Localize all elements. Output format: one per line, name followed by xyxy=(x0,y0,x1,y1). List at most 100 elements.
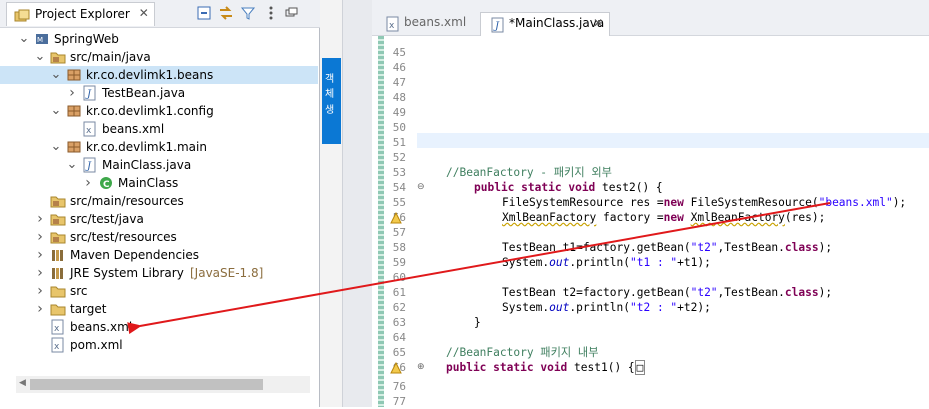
tree-item-label: MainClass.java xyxy=(102,158,192,172)
code-token: class xyxy=(784,286,819,299)
code-token: +t2); xyxy=(677,301,711,314)
tree-item-label: kr.co.devlimk1.beans xyxy=(86,68,214,82)
maven-project-icon: M xyxy=(34,31,50,47)
line-number: 63 xyxy=(392,316,406,329)
tree-item[interactable]: x pom.xml xyxy=(0,336,318,354)
code-line: XmlBeanFactory factory =new XmlBeanFacto… xyxy=(502,210,825,225)
collapse-arrow-icon[interactable]: ⌄ xyxy=(66,157,78,173)
warning-icon[interactable] xyxy=(390,211,402,224)
expand-arrow-icon[interactable]: › xyxy=(34,211,46,227)
project-explorer-header: Project Explorer ✕ xyxy=(0,0,320,28)
tree-item[interactable]: › target xyxy=(0,300,318,318)
filter-icon[interactable] xyxy=(240,5,256,21)
collapse-arrow-icon[interactable]: ⌄ xyxy=(50,67,62,83)
line-number: 65 xyxy=(392,346,406,359)
tree-item[interactable]: › src xyxy=(0,282,318,300)
tree-item-label: MainClass xyxy=(118,176,179,190)
class-icon: C xyxy=(98,175,114,191)
tree-item[interactable]: › src/test/java xyxy=(0,210,318,228)
tab-beans-xml[interactable]: x beans.xml xyxy=(376,12,480,36)
close-icon[interactable]: ✕ xyxy=(593,16,603,30)
collapse-arrow-icon[interactable]: ⌄ xyxy=(34,49,46,65)
code-token: out xyxy=(549,256,570,269)
background-panel: 객체 생 xyxy=(322,58,341,144)
tree-item[interactable]: x beans.xml xyxy=(0,318,318,336)
code-token: void xyxy=(540,361,568,374)
code-token: test1() { xyxy=(567,361,635,374)
background-panel-text: 객체 xyxy=(325,74,335,100)
folder-icon xyxy=(50,283,66,299)
collapse-arrow-icon[interactable]: ⌄ xyxy=(50,139,62,155)
project-explorer-view: Project Explorer ✕ ⌄ M SpringWeb ⌄ src/main/… xyxy=(0,0,320,407)
tree-item[interactable]: › J TestBean.java xyxy=(0,84,318,102)
xml-file-icon: x xyxy=(82,121,98,137)
expand-arrow-icon[interactable]: › xyxy=(34,265,46,281)
source-folder-icon xyxy=(50,229,66,245)
tree-item[interactable]: ⌄ M SpringWeb xyxy=(0,30,318,48)
code-area[interactable]: //BeanFactory - 패키지 외부 public static void… xyxy=(414,36,929,407)
expand-arrow-icon[interactable]: › xyxy=(66,85,78,101)
horizontal-scrollbar[interactable]: ◀ xyxy=(16,376,310,393)
xml-file-icon: x xyxy=(386,16,400,35)
code-token: System. xyxy=(502,301,550,314)
tab-mainclass-java[interactable]: J *MainClass.java ✕ xyxy=(480,12,610,36)
warning-icon[interactable] xyxy=(390,361,402,374)
close-icon[interactable]: ✕ xyxy=(139,6,149,20)
collapse-arrow-icon[interactable]: ⌄ xyxy=(18,31,30,47)
line-number: 54 xyxy=(392,181,406,194)
line-number: 51 xyxy=(392,136,406,149)
tree-item[interactable]: ⌄ kr.co.devlimk1.main xyxy=(0,138,318,156)
tree-item[interactable]: › Maven Dependencies xyxy=(0,246,318,264)
java-file-icon: J xyxy=(82,157,98,173)
tree-item[interactable]: ⌄ kr.co.devlimk1.config xyxy=(0,102,318,120)
tree-item[interactable]: › src/test/resources xyxy=(0,228,318,246)
svg-text:x: x xyxy=(86,126,92,136)
tree-item-label: JRE System Library xyxy=(70,266,184,280)
tree-item[interactable]: src/main/resources xyxy=(0,192,318,210)
code-token: //BeanFactory 패키지 내부 xyxy=(446,346,599,359)
tree-item-label: beans.xml xyxy=(70,320,133,334)
code-token: FileSystemResource( xyxy=(683,196,819,209)
xml-file-icon: x xyxy=(50,337,66,353)
expand-arrow-icon[interactable]: › xyxy=(34,229,46,245)
collapse-arrow-icon[interactable]: ⌄ xyxy=(50,103,62,119)
source-folder-icon xyxy=(50,193,66,209)
tree-item[interactable]: › C MainClass xyxy=(0,174,318,192)
code-line: FileSystemResource res =new FileSystemRe… xyxy=(502,195,906,210)
tree-item-label: src/main/java xyxy=(70,50,151,64)
code-line: public static void test2() { xyxy=(474,180,663,195)
tree-item-label: beans.xml xyxy=(102,122,165,136)
code-token: "t2" xyxy=(690,286,718,299)
collapse-all-icon[interactable] xyxy=(196,5,212,21)
svg-text:J: J xyxy=(493,21,500,32)
tree-item[interactable]: ⌄ src/main/java xyxy=(0,48,318,66)
tree-item[interactable]: › JRE System Library [JavaSE-1.8] xyxy=(0,264,318,282)
tree-item[interactable]: ⌄ J MainClass.java xyxy=(0,156,318,174)
code-token: test2() { xyxy=(595,181,663,194)
tree-item[interactable]: x beans.xml xyxy=(0,120,318,138)
expand-arrow-icon[interactable]: › xyxy=(34,301,46,317)
expand-arrow-icon[interactable]: › xyxy=(34,247,46,263)
link-editor-icon[interactable] xyxy=(218,5,234,21)
tree-item-label: src/test/resources xyxy=(70,230,177,244)
code-token: static xyxy=(521,181,562,194)
tree-item[interactable]: ⌄ kr.co.devlimk1.beans xyxy=(0,66,318,84)
project-tree: ⌄ M SpringWeb ⌄ src/main/java ⌄ kr.co.devlimk1… xyxy=(0,28,320,373)
line-number-gutter: 45 46 47 48 49 50 51 52 53 54 55 56 57 58 59 60 61 62 63 64… xyxy=(384,36,425,408)
code-token: } xyxy=(474,316,481,329)
expand-arrow-icon[interactable]: › xyxy=(34,283,46,299)
code-token: ); xyxy=(818,286,833,299)
tree-item-label: src/test/java xyxy=(70,212,144,226)
minimize-icon[interactable] xyxy=(283,5,299,21)
java-file-icon: J xyxy=(82,85,98,101)
scrollbar-thumb[interactable] xyxy=(30,379,263,390)
tree-item-label: src xyxy=(70,284,88,298)
view-menu-icon[interactable] xyxy=(263,5,279,21)
tree-item-label: kr.co.devlimk1.config xyxy=(86,104,214,118)
expand-arrow-icon[interactable]: › xyxy=(82,175,94,191)
project-explorer-tab[interactable]: Project Explorer ✕ xyxy=(6,2,155,26)
tree-item-label: kr.co.devlimk1.main xyxy=(86,140,207,154)
line-number: 46 xyxy=(392,61,406,74)
scroll-left-icon[interactable]: ◀ xyxy=(19,378,26,388)
code-line: System.out.println("t1 : "+t1); xyxy=(502,255,711,270)
